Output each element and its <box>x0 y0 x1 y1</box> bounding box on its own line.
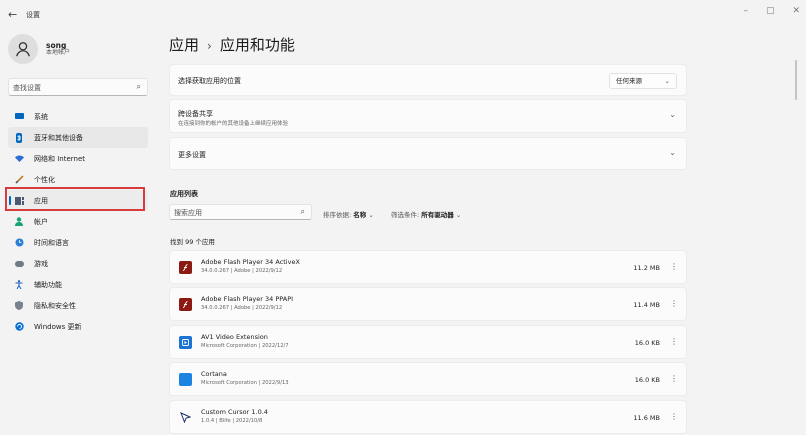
cross-device-share-card[interactable]: 跨设备共享 在连接到你的帐户的其他设备上继续应用体验 ⌄ <box>169 99 687 133</box>
chevron-down-icon: ⌄ <box>669 148 676 157</box>
more-options-icon[interactable]: ⋮ <box>670 412 678 421</box>
apps-icon <box>14 196 24 206</box>
update-icon <box>14 322 24 332</box>
flash-icon <box>179 261 192 274</box>
more-options-icon[interactable]: ⋮ <box>670 299 678 308</box>
more-settings-card[interactable]: 更多设置 ⌄ <box>169 137 687 170</box>
more-options-icon[interactable]: ⋮ <box>670 262 678 271</box>
close-button[interactable]: ✕ <box>792 6 800 16</box>
app-row-custom-cursor[interactable]: Custom Cursor 1.0.4 1.0.4 | Blife | 2022… <box>169 400 687 434</box>
sidebar-item-personalization[interactable]: 个性化 <box>8 169 148 190</box>
person-icon <box>16 42 30 57</box>
active-indicator <box>9 196 11 205</box>
settings-search-box: ⌕ <box>8 78 148 96</box>
minimize-button[interactable]: – <box>743 6 748 16</box>
more-settings-title: 更多设置 <box>178 151 206 159</box>
chevron-down-icon: ⌄ <box>664 77 670 85</box>
profile-account-type: 本地帐户 <box>46 48 71 56</box>
flash-icon <box>179 298 192 311</box>
chevron-down-icon: ⌄ <box>455 211 462 219</box>
accessibility-icon <box>14 280 24 290</box>
user-profile[interactable]: song 本地帐户 <box>8 34 70 64</box>
share-subtitle: 在连接到你的帐户的其他设备上继续应用体验 <box>178 121 289 127</box>
sidebar-item-accounts[interactable]: 帐户 <box>8 211 148 232</box>
scrollbar-thumb[interactable] <box>795 60 797 100</box>
cursor-icon <box>179 411 192 424</box>
restore-button[interactable]: ▢ <box>766 6 775 16</box>
chevron-down-icon: ⌄ <box>669 110 676 119</box>
app-search-box: ⌕ <box>169 204 312 220</box>
breadcrumb-current: 应用和功能 <box>219 36 295 54</box>
app-source-card: 选择获取应用的位置 任何来源 ⌄ <box>169 64 687 96</box>
sidebar-item-system[interactable]: 系统 <box>8 106 148 127</box>
account-icon <box>14 217 24 227</box>
sidebar-item-time-language[interactable]: 时间和语言 <box>8 232 148 253</box>
sort-dropdown[interactable]: 排序依据: 名称 ⌄ <box>323 209 374 219</box>
app-source-title: 选择获取应用的位置 <box>178 77 241 85</box>
page-title: 应用 › 应用和功能 <box>169 34 295 55</box>
sidebar-item-bluetooth[interactable]: 蓝牙和其他设备 <box>8 127 148 148</box>
filter-dropdown[interactable]: 筛选条件: 所有驱动器 ⌄ <box>391 209 461 219</box>
settings-search-input[interactable] <box>13 81 125 94</box>
app-row-cortana[interactable]: Cortana Microsoft Corporation | 2022/9/1… <box>169 362 687 396</box>
app-row-av1[interactable]: AV1 Video Extension Microsoft Corporatio… <box>169 325 687 359</box>
breadcrumb-separator: › <box>207 39 212 53</box>
cortana-icon <box>179 373 192 386</box>
sidebar-nav: 系统 蓝牙和其他设备 网络和 Internet 个性化 应用 帐户 时间和语言 … <box>8 106 148 337</box>
search-icon[interactable]: ⌕ <box>301 207 305 217</box>
shield-icon <box>14 301 24 311</box>
brush-icon <box>14 175 24 185</box>
search-icon[interactable]: ⌕ <box>137 82 141 92</box>
sidebar-item-network[interactable]: 网络和 Internet <box>8 148 148 169</box>
avatar <box>8 34 38 64</box>
app-row-flash-activex[interactable]: Adobe Flash Player 34 ActiveX 34.0.0.267… <box>169 250 687 284</box>
title-bar: ← 设置 – ▢ ✕ <box>0 0 806 30</box>
chevron-down-icon: ⌄ <box>368 211 374 219</box>
sidebar-item-apps[interactable]: 应用 <box>8 190 148 211</box>
window-title: 设置 <box>26 11 40 19</box>
av1-icon <box>179 336 192 349</box>
sidebar-item-gaming[interactable]: 游戏 <box>8 253 148 274</box>
sidebar-item-accessibility[interactable]: 辅助功能 <box>8 274 148 295</box>
sidebar-item-windows-update[interactable]: Windows 更新 <box>8 316 148 337</box>
more-options-icon[interactable]: ⋮ <box>670 337 678 346</box>
app-count-text: 找到 99 个应用 <box>170 238 215 246</box>
app-search-input[interactable] <box>174 206 289 219</box>
share-title: 跨设备共享 <box>178 110 213 118</box>
app-list-label: 应用列表 <box>170 190 198 198</box>
window-controls: – ▢ ✕ <box>743 6 800 16</box>
monitor-icon <box>14 112 24 122</box>
app-row-flash-ppapi[interactable]: Adobe Flash Player 34 PPAPI 34.0.0.267 |… <box>169 287 687 321</box>
globe-clock-icon <box>14 238 24 248</box>
sidebar-item-privacy[interactable]: 隐私和安全性 <box>8 295 148 316</box>
back-button[interactable]: ← <box>8 8 17 21</box>
bluetooth-icon <box>14 132 24 143</box>
more-options-icon[interactable]: ⋮ <box>670 374 678 383</box>
wifi-icon <box>14 154 24 164</box>
app-source-dropdown[interactable]: 任何来源 ⌄ <box>609 73 677 89</box>
gamepad-icon <box>14 259 24 269</box>
breadcrumb-parent[interactable]: 应用 <box>169 36 199 54</box>
